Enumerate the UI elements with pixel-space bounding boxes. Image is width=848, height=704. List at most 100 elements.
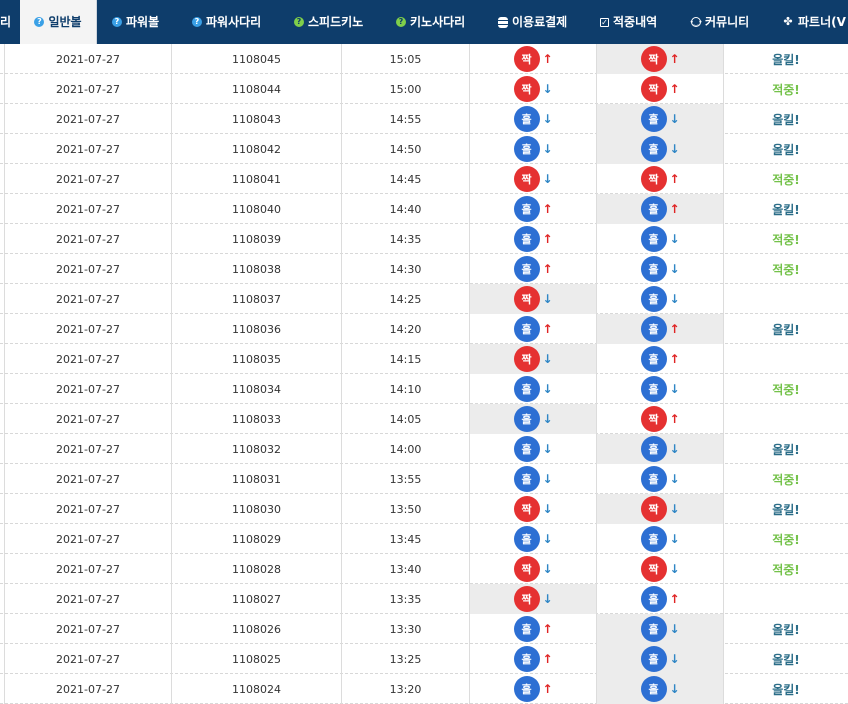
arrow-down-icon: ↓ — [542, 142, 553, 156]
odd-ball: 홀 — [640, 136, 667, 162]
top-nav: 리 ? 일반볼 ? 파워볼 ? 파워사다리 ? 스피드키노 ? 키노사다리 이용… — [0, 0, 848, 44]
arrow-up-icon: ↑ — [542, 202, 553, 216]
pick-group: 홀 ↓ — [640, 526, 680, 552]
odd-ball: 홀 — [513, 436, 540, 462]
arrow-up-icon: ↑ — [542, 682, 553, 696]
arrow-up-icon: ↑ — [669, 592, 680, 606]
pick2-cell: 홀 ↑ — [597, 584, 724, 614]
even-ball: 짝 — [513, 496, 540, 522]
nav-item-partial-left[interactable]: 리 — [0, 0, 20, 44]
question-icon: ? — [192, 17, 202, 27]
table-row: 2021-07-27 1108026 13:30 홀 ↑ 홀 ↓ 올킬! — [0, 614, 848, 644]
result-cell: 올킬! — [772, 52, 800, 67]
nav-item-speed-keno[interactable]: ? 스피드키노 — [294, 0, 363, 44]
result-cell — [724, 344, 848, 374]
odd-ball: 홀 — [513, 136, 540, 162]
pick1-cell: 짝 ↑ — [470, 44, 597, 74]
cubes-icon: ✤ — [783, 15, 793, 28]
pick2-cell: 홀 ↓ — [597, 434, 724, 464]
date-cell: 2021-07-27 — [4, 434, 172, 464]
pick1-cell: 홀 ↓ — [470, 464, 597, 494]
pick1-cell: 짝 ↓ — [470, 164, 597, 194]
nav-item-hit-history[interactable]: ✓ 적중내역 — [600, 0, 657, 44]
date-cell: 2021-07-27 — [4, 494, 172, 524]
round-cell: 1108044 — [172, 74, 342, 104]
date-cell: 2021-07-27 — [4, 524, 172, 554]
time-cell: 14:25 — [342, 284, 470, 314]
pick-group: 홀 ↓ — [513, 406, 553, 432]
arrow-up-icon: ↑ — [669, 352, 680, 366]
even-ball: 짝 — [513, 346, 540, 372]
time-cell: 14:50 — [342, 134, 470, 164]
nav-item-payment[interactable]: 이용료결제 — [498, 0, 567, 44]
odd-ball: 홀 — [513, 616, 540, 642]
odd-ball: 홀 — [513, 406, 540, 432]
round-cell: 1108036 — [172, 314, 342, 344]
arrow-down-icon: ↓ — [542, 502, 553, 516]
nav-item-label: 적중내역 — [613, 15, 658, 29]
time-cell: 13:40 — [342, 554, 470, 584]
nav-item-community[interactable]: •‿• 커뮤니티 — [689, 0, 749, 44]
pick2-cell: 홀 ↓ — [597, 524, 724, 554]
result-cell — [724, 284, 848, 314]
pick-group: 홀 ↓ — [640, 436, 680, 462]
date-cell: 2021-07-27 — [4, 164, 172, 194]
table-row: 2021-07-27 1108028 13:40 짝 ↓ 짝 ↓ 적중! — [0, 554, 848, 584]
odd-ball: 홀 — [640, 586, 667, 612]
time-cell: 14:35 — [342, 224, 470, 254]
arrow-up-icon: ↑ — [669, 412, 680, 426]
pick-group: 홀 ↑ — [513, 616, 553, 642]
time-cell: 13:35 — [342, 584, 470, 614]
nav-item-powerball[interactable]: ? 파워볼 — [112, 0, 159, 44]
nav-item-power-ladder[interactable]: ? 파워사다리 — [192, 0, 261, 44]
pick2-cell: 짝 ↑ — [597, 44, 724, 74]
pick-group: 홀 ↓ — [640, 286, 680, 312]
arrow-down-icon: ↓ — [542, 172, 553, 186]
pick-group: 홀 ↓ — [640, 226, 680, 252]
odd-ball: 홀 — [640, 256, 667, 282]
round-cell: 1108042 — [172, 134, 342, 164]
time-cell: 13:25 — [342, 644, 470, 674]
pick-group: 홀 ↓ — [513, 466, 553, 492]
time-cell: 14:45 — [342, 164, 470, 194]
pick1-cell: 홀 ↑ — [470, 644, 597, 674]
round-cell: 1108027 — [172, 584, 342, 614]
arrow-up-icon: ↑ — [542, 232, 553, 246]
nav-item-keno-ladder[interactable]: ? 키노사다리 — [396, 0, 465, 44]
arrow-down-icon: ↓ — [669, 532, 680, 546]
pick-group: 짝 ↑ — [513, 46, 553, 72]
round-cell: 1108031 — [172, 464, 342, 494]
even-ball: 짝 — [640, 166, 667, 192]
result-cell: 적중! — [772, 172, 800, 187]
pick1-cell: 짝 ↓ — [470, 554, 597, 584]
odd-ball: 홀 — [513, 376, 540, 402]
time-cell: 14:20 — [342, 314, 470, 344]
pick1-cell: 짝 ↓ — [470, 284, 597, 314]
even-ball: 짝 — [513, 286, 540, 312]
odd-ball: 홀 — [640, 616, 667, 642]
pick2-cell: 홀 ↓ — [597, 464, 724, 494]
pick-group: 홀 ↑ — [513, 256, 553, 282]
time-cell: 14:05 — [342, 404, 470, 434]
nav-item-general-ball[interactable]: ? 일반볼 — [20, 0, 97, 44]
arrow-down-icon: ↓ — [542, 82, 553, 96]
date-cell: 2021-07-27 — [4, 74, 172, 104]
result-cell: 올킬! — [772, 142, 800, 157]
result-cell: 올킬! — [772, 112, 800, 127]
pick1-cell: 짝 ↓ — [470, 494, 597, 524]
result-cell: 적중! — [772, 82, 800, 97]
result-cell: 적중! — [772, 232, 800, 247]
pick-group: 짝 ↑ — [640, 46, 680, 72]
nav-item-label: 스피드키노 — [308, 15, 364, 29]
arrow-up-icon: ↑ — [669, 322, 680, 336]
odd-ball: 홀 — [640, 316, 667, 342]
pick2-cell: 짝 ↓ — [597, 554, 724, 584]
smile-icon: •‿• — [689, 17, 703, 27]
time-cell: 14:30 — [342, 254, 470, 284]
pick-group: 짝 ↓ — [640, 556, 680, 582]
odd-ball: 홀 — [640, 436, 667, 462]
nav-item-partner[interactable]: ✤ 파트너(V — [782, 0, 846, 44]
round-cell: 1108028 — [172, 554, 342, 584]
pick1-cell: 홀 ↓ — [470, 374, 597, 404]
table-row: 2021-07-27 1108041 14:45 짝 ↓ 짝 ↑ 적중! — [0, 164, 848, 194]
